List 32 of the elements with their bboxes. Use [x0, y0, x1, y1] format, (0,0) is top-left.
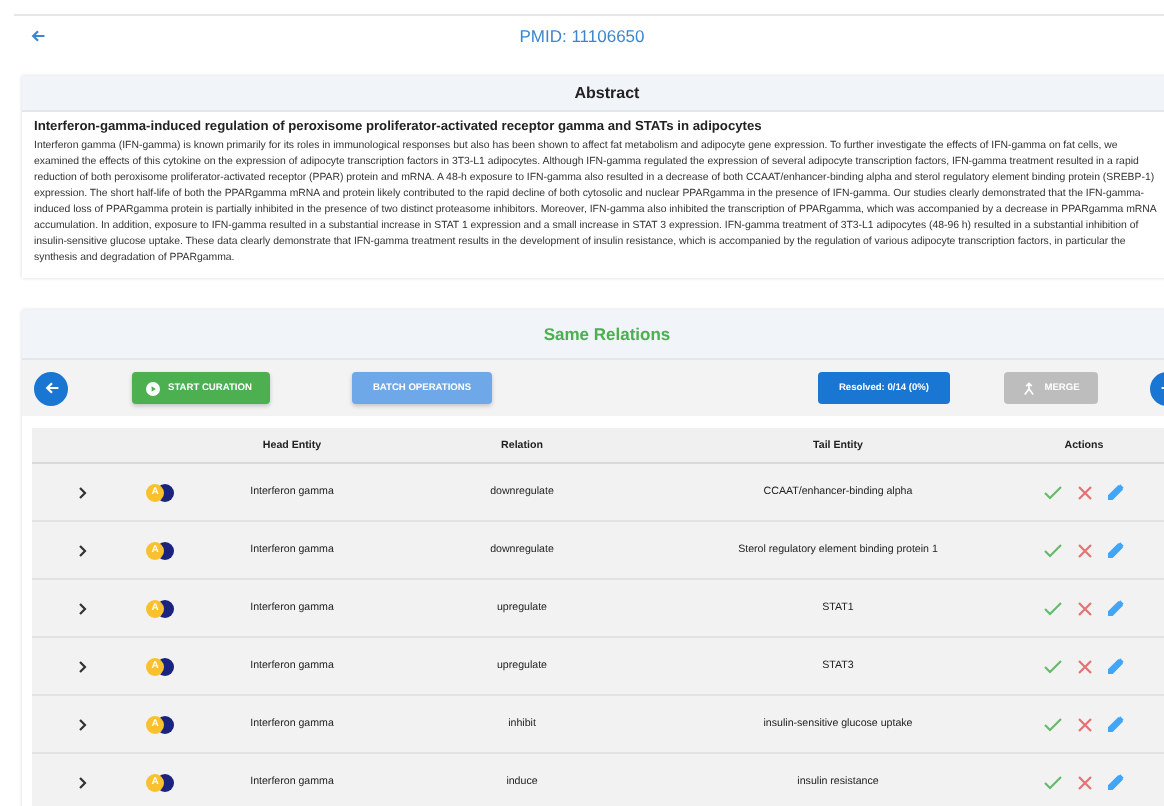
reject-x-icon[interactable] — [1078, 543, 1092, 557]
previous-button[interactable] — [34, 371, 68, 405]
accept-check-icon[interactable] — [1044, 717, 1062, 731]
left-arrow-icon — [43, 380, 59, 396]
reject-x-icon[interactable] — [1078, 485, 1092, 499]
expand-chevron-icon[interactable] — [77, 659, 87, 673]
accept-check-icon[interactable] — [1044, 659, 1062, 673]
edit-pencil-icon[interactable] — [1108, 542, 1124, 558]
page-title: PMID: 11106650 — [519, 26, 647, 46]
edit-pencil-icon[interactable] — [1108, 774, 1124, 790]
relations-heading: Same Relations — [22, 310, 1164, 360]
edit-pencil-icon[interactable] — [1108, 716, 1124, 732]
reject-x-icon[interactable] — [1078, 601, 1092, 615]
reject-x-icon[interactable] — [1078, 775, 1092, 789]
reject-x-icon[interactable] — [1078, 717, 1092, 731]
accept-check-icon[interactable] — [1044, 601, 1062, 615]
accept-check-icon[interactable] — [1044, 485, 1062, 499]
edit-pencil-icon[interactable] — [1108, 484, 1124, 500]
abstract-heading: Abstract — [22, 76, 1164, 112]
expand-chevron-icon[interactable] — [77, 717, 87, 731]
edit-pencil-icon[interactable] — [1108, 600, 1124, 616]
merge-icon — [1022, 381, 1037, 395]
edit-pencil-icon[interactable] — [1108, 658, 1124, 674]
back-arrow-icon[interactable] — [30, 28, 46, 44]
expand-chevron-icon[interactable] — [77, 601, 87, 615]
accept-check-icon[interactable] — [1044, 775, 1062, 789]
expand-chevron-icon[interactable] — [77, 485, 87, 499]
expand-chevron-icon[interactable] — [77, 543, 87, 557]
play-icon — [146, 381, 160, 395]
expand-chevron-icon[interactable] — [77, 775, 87, 789]
reject-x-icon[interactable] — [1078, 659, 1092, 673]
accept-check-icon[interactable] — [1044, 543, 1062, 557]
